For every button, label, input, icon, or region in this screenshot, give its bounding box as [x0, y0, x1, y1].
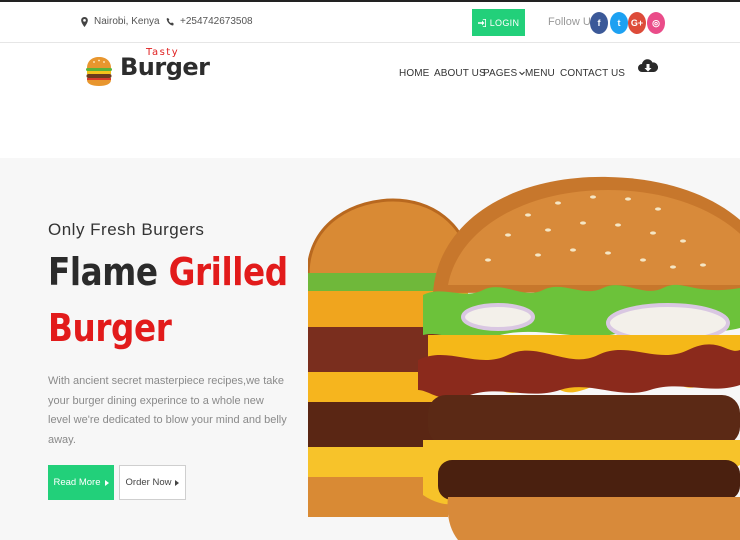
- phone-icon: [166, 17, 174, 26]
- hero-description: With ancient secret masterpiece recipes,…: [48, 375, 287, 446]
- hero-title-red-1: Grilled: [168, 250, 289, 294]
- dribbble-icon[interactable]: ◎: [647, 12, 665, 34]
- location-text: Nairobi, Kenya: [94, 16, 160, 27]
- nav-about[interactable]: ABOUT US: [434, 68, 486, 79]
- login-button[interactable]: LOGIN: [472, 9, 525, 36]
- site-logo[interactable]: Tasty Burger: [85, 47, 210, 91]
- google-plus-icon[interactable]: G+: [628, 12, 646, 34]
- burger-hero-image: [308, 176, 740, 540]
- nav-contact[interactable]: CONTACT US: [560, 68, 625, 79]
- top-bar: Nairobi, Kenya +254742673508 LOGIN Follo…: [0, 2, 740, 43]
- facebook-icon[interactable]: f: [590, 12, 608, 34]
- sign-in-icon: [477, 18, 486, 27]
- caret-right-icon: [104, 479, 109, 486]
- order-now-button[interactable]: Order Now: [119, 465, 186, 500]
- nav-pages[interactable]: PAGES: [483, 68, 526, 79]
- login-label: LOGIN: [489, 17, 520, 28]
- nav-menu[interactable]: MENU: [525, 68, 555, 79]
- order-now-label: Order Now: [125, 477, 172, 488]
- hero-title-line-2: Burger: [48, 306, 172, 350]
- map-marker-icon: [81, 16, 88, 27]
- logo-text: Burger: [120, 53, 210, 81]
- phone-info: +254742673508: [166, 16, 253, 27]
- hero-tagline: Only Fresh Burgers: [48, 220, 205, 239]
- read-more-label: Read More: [53, 477, 101, 488]
- hero-title-line-1: Flame Grilled: [48, 250, 288, 294]
- caret-right-icon: [175, 479, 180, 486]
- phone-text: +254742673508: [180, 16, 253, 27]
- read-more-button[interactable]: Read More: [48, 465, 114, 500]
- location-info: Nairobi, Kenya: [80, 16, 160, 27]
- twitter-icon[interactable]: t: [610, 12, 628, 34]
- cloud-download-icon[interactable]: [638, 57, 658, 77]
- nav-pages-label: PAGES: [483, 68, 518, 79]
- burger-logo-icon: [86, 57, 112, 86]
- nav-home[interactable]: HOME: [399, 68, 429, 79]
- hero-title-dark: Flame: [48, 250, 158, 294]
